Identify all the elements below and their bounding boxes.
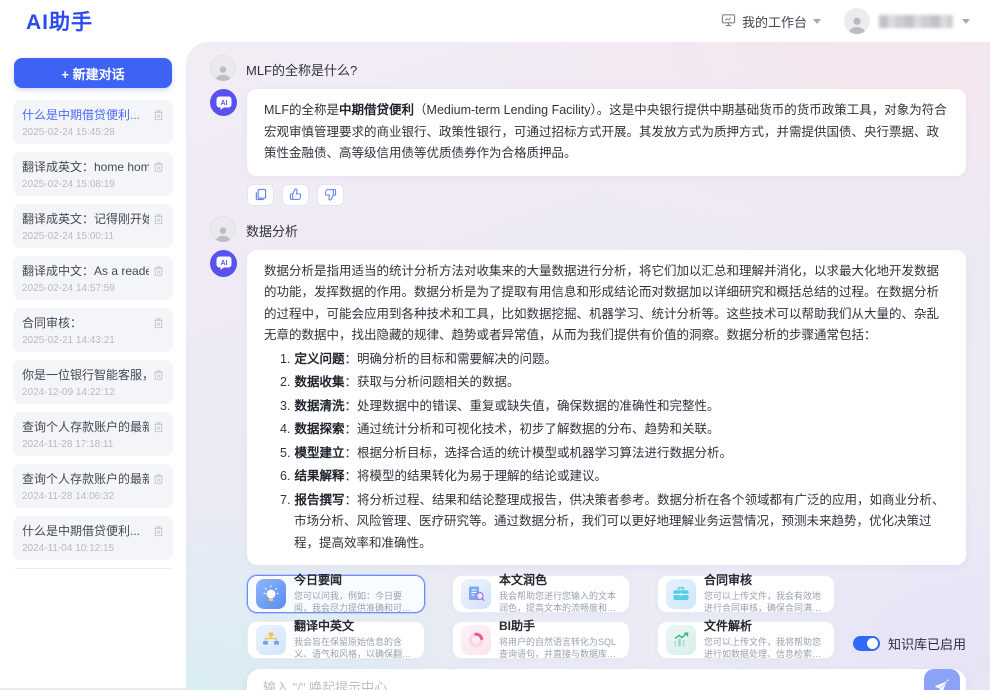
history-time: 2025-02-24 15:08:19 (22, 179, 164, 190)
svg-text:AI: AI (220, 260, 227, 267)
user-message: 数据分析 (210, 216, 966, 242)
workspace-label: 我的工作台 (742, 12, 807, 31)
thumbs-down-button[interactable] (317, 184, 344, 206)
history-item[interactable]: 什么是中期借贷便利... 2024-11-04 10:12:15 (13, 516, 173, 560)
new-chat-button[interactable]: + 新建对话 (14, 58, 172, 88)
trash-icon[interactable] (153, 421, 164, 433)
history-item[interactable]: 什么是中期借贷便利... 2025-02-24 15:45:28 (13, 100, 173, 144)
answer-intro: 数据分析是指用适当的统计分析方法对收集来的大量数据进行分析，将它们加以汇总和理解… (264, 261, 949, 347)
ai-message-card: 数据分析是指用适当的统计分析方法对收集来的大量数据进行分析，将它们加以汇总和理解… (247, 250, 966, 566)
svg-text:AI: AI (220, 99, 227, 106)
history-item[interactable]: 查询个人存款账户的最新... 2024-11-28 14:06:32 (13, 464, 173, 508)
trash-icon[interactable] (153, 369, 164, 381)
translate-icon (256, 625, 286, 655)
step-item: 6.结果解释：将模型的结果转化为易于理解的结论或建议。 (280, 466, 949, 488)
app-logo: AI助手 (26, 6, 93, 36)
top-header: AI助手 我的工作台 (0, 0, 990, 42)
card-bi-assistant[interactable]: BI助手 将用户的自然语言转化为SQL查询语句，并直接与数据库进行交互，返回智能… (452, 621, 630, 659)
message-input-bar (247, 669, 966, 690)
card-contract-review[interactable]: 合同审核 您可以上传文件，我会有效地进行合同审核，确保合同满足您的业务需求。 (657, 575, 835, 613)
monitor-icon (721, 13, 736, 30)
answer-bold: 中期借贷便利 (339, 103, 414, 117)
history-time: 2024-11-04 10:12:15 (22, 543, 164, 554)
history-time: 2025-02-24 14:57:59 (22, 283, 164, 294)
history-time: 2024-11-28 17:18:11 (22, 439, 164, 450)
conversation-history: 什么是中期借贷便利... 2025-02-24 15:45:28 翻译成英文：h… (0, 100, 186, 688)
chevron-down-icon[interactable] (962, 19, 970, 24)
card-today-news[interactable]: 今日要闻 您可以问我，例如：今日要闻，我会尽力提供准确和可靠的答案。 (247, 575, 425, 613)
history-time: 2025-02-24 15:45:28 (22, 127, 164, 138)
sidebar: + 新建对话 什么是中期借贷便利... 2025-02-24 15:45:28 … (0, 42, 186, 690)
trash-icon[interactable] (153, 213, 164, 225)
feature-cards: 今日要闻 您可以问我，例如：今日要闻，我会尽力提供准确和可靠的答案。 本文润色 … (247, 575, 835, 659)
trash-icon[interactable] (153, 473, 164, 485)
username-redacted[interactable] (879, 15, 953, 28)
history-item[interactable]: 你是一位银行智能客服，... 2024-12-09 14:22:12 (13, 360, 173, 404)
history-divider (15, 568, 171, 569)
step-item: 3.数据清洗：处理数据中的错误、重复或缺失值，确保数据的准确性和完整性。 (280, 396, 949, 418)
body-row: + 新建对话 什么是中期借贷便利... 2025-02-24 15:45:28 … (0, 42, 990, 690)
step-item: 5.模型建立：根据分析目标，选择合适的统计模型或机器学习算法进行数据分析。 (280, 443, 949, 465)
trash-icon[interactable] (153, 525, 164, 537)
card-file-parse[interactable]: 文件解析 您可以上传文件，我将帮助您进行如数据处理、信息检索、自动化办公等。 (657, 621, 835, 659)
history-item[interactable]: 合同审核： 2025-02-21 14:43:21 (13, 308, 173, 352)
trend-chart-icon (666, 625, 696, 655)
header-right: 我的工作台 (721, 8, 970, 34)
trash-icon[interactable] (153, 265, 164, 277)
user-message-text: 数据分析 (246, 216, 298, 240)
answer-text: MLF的全称是 (264, 103, 339, 117)
step-item: 1.定义问题：明确分析的目标和需要解决的问题。 (280, 349, 949, 371)
trash-icon[interactable] (153, 161, 164, 173)
history-time: 2024-12-09 14:22:12 (22, 387, 164, 398)
trash-icon[interactable] (153, 317, 164, 329)
card-translate[interactable]: 翻译中英文 我会旨在保留原始信息的含义、语气和风格，以确保翻译的准确性和自然流畅… (247, 621, 425, 659)
user-avatar[interactable] (844, 8, 870, 34)
ai-message-card: MLF的全称是中期借贷便利（Medium-term Lending Facili… (247, 89, 966, 176)
history-item[interactable]: 查询个人存款账户的最新... 2024-11-28 17:18:11 (13, 412, 173, 456)
donut-chart-icon (461, 625, 491, 655)
ai-avatar: AI (210, 250, 237, 277)
workspace-menu[interactable]: 我的工作台 (721, 12, 821, 31)
ai-message: AI MLF的全称是中期借贷便利（Medium-term Lending Fac… (210, 89, 966, 176)
user-message-text: MLF的全称是什么? (246, 55, 357, 79)
knowledge-base-toggle[interactable] (853, 636, 880, 651)
document-polish-icon (461, 579, 491, 609)
user-message: MLF的全称是什么? (210, 55, 966, 81)
toggle-knob (867, 638, 878, 649)
feature-area: 今日要闻 您可以问我，例如：今日要闻，我会尽力提供准确和可靠的答案。 本文润色 … (247, 575, 966, 659)
copy-button[interactable] (247, 184, 274, 206)
user-avatar (210, 216, 236, 242)
user-avatar (210, 55, 236, 81)
answer-steps: 1.定义问题：明确分析的目标和需要解决的问题。 2.数据收集：获取与分析问题相关… (264, 349, 949, 555)
app-window: AI助手 我的工作台 + 新建对话 什么是中期借贷便利... (0, 0, 990, 690)
step-item: 4.数据探索：通过统计分析和可视化技术，初步了解数据的分布、趋势和关联。 (280, 419, 949, 441)
message-actions (247, 184, 966, 206)
history-time: 2025-02-24 15:00:11 (22, 231, 164, 242)
chat-panel: MLF的全称是什么? AI MLF的全称是中期借贷便利（Medium-term … (186, 42, 990, 690)
history-time: 2024-11-28 14:06:32 (22, 491, 164, 502)
chat-input[interactable] (263, 680, 924, 690)
history-item[interactable]: 翻译成英文：home home 2025-02-24 15:08:19 (13, 152, 173, 196)
knowledge-toggle-row: 知识库已启用 (853, 634, 966, 659)
ai-avatar: AI (210, 89, 237, 116)
thumbs-up-button[interactable] (282, 184, 309, 206)
knowledge-toggle-label: 知识库已启用 (888, 634, 966, 653)
ai-message: AI 数据分析是指用适当的统计分析方法对收集来的大量数据进行分析，将它们加以汇总… (210, 250, 966, 566)
chevron-down-icon (813, 19, 821, 24)
card-text-polish[interactable]: 本文润色 我会帮助您进行您输入的文本润色，提高文本的流畅度和表达效果。 (452, 575, 630, 613)
step-item: 2.数据收集：获取与分析问题相关的数据。 (280, 372, 949, 394)
step-item: 7.报告撰写：将分析过程、结果和结论整理成报告，供决策者参考。数据分析在各个领域… (280, 490, 949, 555)
history-item[interactable]: 翻译成英文：记得刚开始... 2025-02-24 15:00:11 (13, 204, 173, 248)
send-button[interactable] (924, 669, 960, 690)
lightbulb-icon (256, 579, 286, 609)
trash-icon[interactable] (153, 109, 164, 121)
history-time: 2025-02-21 14:43:21 (22, 335, 164, 346)
briefcase-icon (666, 579, 696, 609)
history-item[interactable]: 翻译成中文：As a reader... 2025-02-24 14:57:59 (13, 256, 173, 300)
